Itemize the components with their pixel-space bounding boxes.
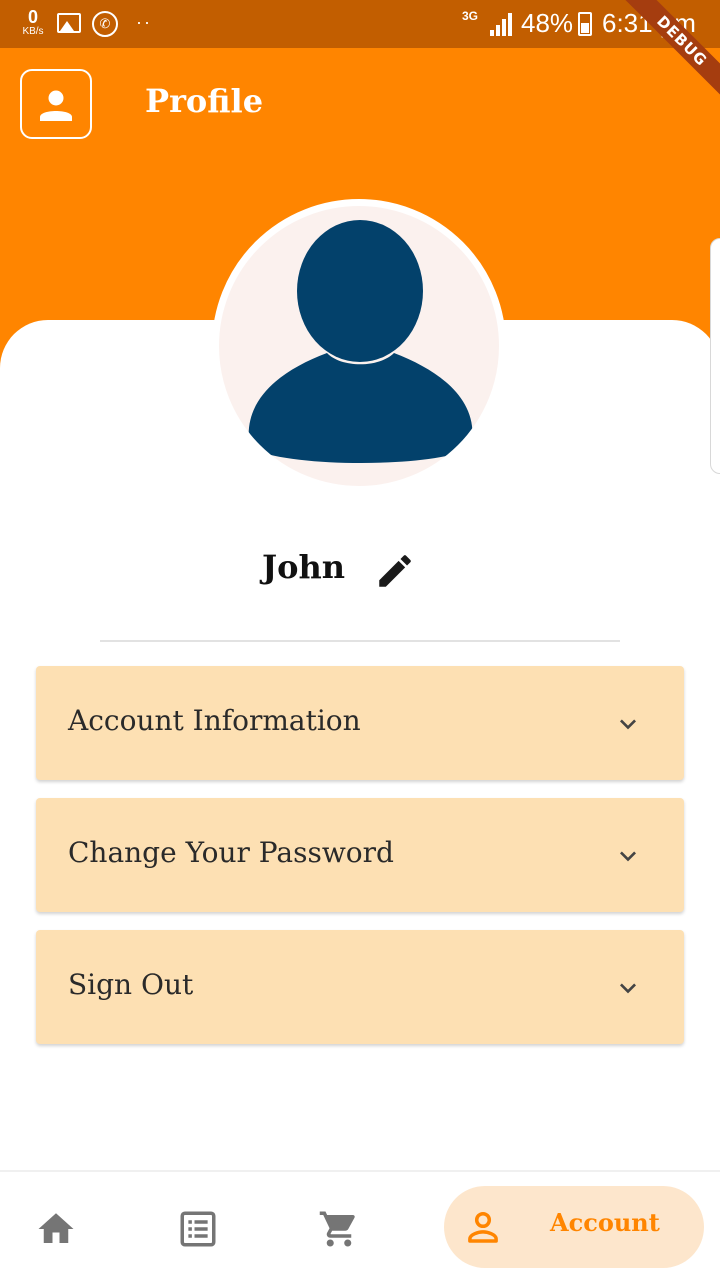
profile-avatar[interactable]	[212, 199, 506, 493]
home-icon	[38, 1213, 74, 1243]
bottom-navigation: Account	[0, 1170, 720, 1280]
nav-cart-button[interactable]	[318, 1208, 360, 1250]
sign-out-label: Sign Out	[68, 968, 194, 1001]
network-speed-indicator: 0 KB/s	[18, 8, 48, 37]
divider	[100, 640, 620, 642]
whatsapp-notification-icon: ✆	[92, 11, 118, 37]
change-password-tile[interactable]: Change Your Password	[36, 798, 684, 912]
chevron-down-icon	[620, 851, 636, 862]
battery-icon	[578, 12, 592, 36]
list-icon	[180, 1211, 216, 1247]
chevron-down-icon	[620, 719, 636, 730]
nav-list-button[interactable]	[177, 1208, 219, 1250]
nav-home-button[interactable]	[35, 1208, 77, 1250]
signal-strength-icon	[488, 12, 514, 36]
account-information-tile[interactable]: Account Information	[36, 666, 684, 780]
account-information-label: Account Information	[68, 704, 361, 737]
nav-account-button[interactable]: Account	[444, 1186, 704, 1268]
network-speed-unit: KB/s	[22, 26, 44, 37]
sign-out-tile[interactable]: Sign Out	[36, 930, 684, 1044]
person-icon	[40, 90, 72, 121]
change-password-label: Change Your Password	[68, 836, 394, 869]
gallery-notification-icon	[57, 13, 81, 33]
header-account-button[interactable]	[20, 69, 92, 139]
edge-panel-handle[interactable]	[710, 238, 720, 474]
page-title: Profile	[145, 82, 264, 120]
chevron-down-icon	[620, 983, 636, 994]
nav-account-label: Account	[550, 1208, 660, 1237]
more-notifications-icon: ··	[136, 12, 152, 32]
pencil-icon	[379, 555, 411, 587]
network-type-label: 3G	[462, 9, 479, 23]
person-icon	[248, 220, 473, 463]
account-icon	[468, 1211, 498, 1243]
status-bar: 0 KB/s ✆ ·· 3G 48% 6:31 pm	[0, 0, 720, 48]
network-speed-value: 0	[27, 7, 38, 27]
cart-icon	[319, 1211, 355, 1247]
user-name-row: John	[0, 546, 720, 594]
user-name: John	[261, 548, 345, 586]
edit-name-button[interactable]	[374, 550, 416, 592]
battery-percent: 48%	[521, 8, 574, 38]
